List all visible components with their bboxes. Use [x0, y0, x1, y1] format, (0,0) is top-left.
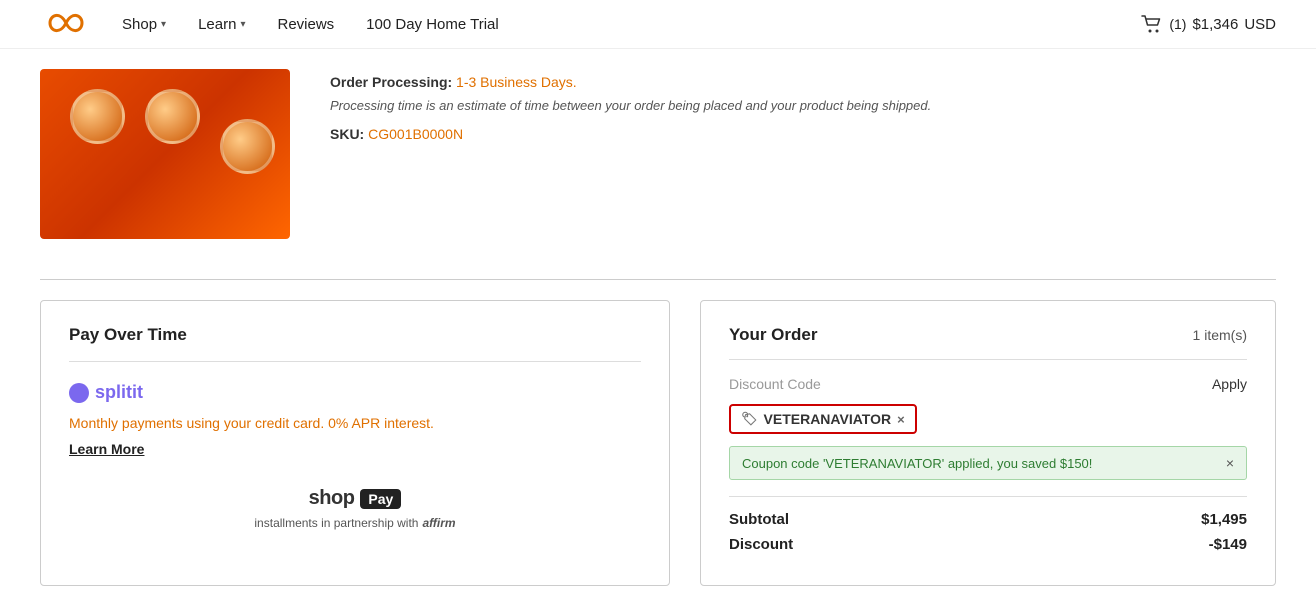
circle-3 [220, 119, 275, 174]
apply-button[interactable]: Apply [1212, 376, 1247, 392]
pay-over-time-box: Pay Over Time splitit Monthly payments u… [40, 300, 670, 586]
cart-button[interactable]: (1) $1,346 USD [1141, 15, 1276, 33]
shop-chevron-icon: ▾ [161, 19, 166, 30]
cart-currency: USD [1244, 16, 1276, 33]
nav-learn[interactable]: Learn ▾ [198, 16, 245, 33]
product-details: Order Processing: 1-3 Business Days. Pro… [330, 69, 1276, 142]
learn-more-link[interactable]: Learn More [69, 441, 144, 457]
discount-value: -$149 [1209, 536, 1247, 553]
pot-divider [69, 361, 641, 362]
circle-2 [145, 89, 200, 144]
affirm-logo-text: affirm [422, 516, 455, 530]
subtotal-label: Subtotal [729, 511, 789, 528]
coupon-code-text: VETERANAVIATOR [764, 411, 892, 427]
main-nav: Shop ▾ Learn ▾ Reviews 100 Day Home Tria… [122, 16, 1141, 33]
splitit-icon [69, 383, 89, 403]
remove-coupon-button[interactable]: × [897, 412, 905, 427]
splitit-text: splitit [95, 382, 143, 403]
order-processing-label: Order Processing: [330, 74, 452, 90]
discount-row: Discount -$149 [729, 536, 1247, 553]
cart-amount: $1,346 [1192, 16, 1238, 33]
sku-label: SKU: [330, 126, 364, 142]
coupon-tag: 🏷 VETERANAVIATOR × [729, 404, 917, 434]
order-processing-line: Order Processing: 1-3 Business Days. [330, 74, 1276, 90]
subtotal-row: Subtotal $1,495 [729, 511, 1247, 528]
logo[interactable] [40, 7, 92, 42]
processing-note: Processing time is an estimate of time b… [330, 96, 1276, 116]
cart-icon [1141, 15, 1163, 33]
item-count: 1 item(s) [1193, 327, 1247, 343]
coupon-success-message: Coupon code 'VETERANAVIATOR' applied, yo… [742, 456, 1092, 471]
main-content: Order Processing: 1-3 Business Days. Pro… [0, 49, 1316, 616]
your-order-title: Your Order [729, 325, 817, 345]
coupon-success-close[interactable]: × [1226, 455, 1234, 471]
discount-label: Discount [729, 536, 793, 553]
affirm-note-text: installments in partnership with [254, 516, 418, 530]
sku-line: SKU: CG001B0000N [330, 126, 1276, 142]
discount-code-placeholder: Discount Code [729, 376, 821, 392]
shop-pay-section: shop Pay installments in partnership wit… [69, 487, 641, 530]
nav-shop[interactable]: Shop ▾ [122, 16, 166, 33]
learn-chevron-icon: ▾ [240, 19, 245, 30]
tag-icon: 🏷 [741, 411, 758, 427]
cart-count: (1) [1169, 16, 1186, 32]
coupon-success-banner: Coupon code 'VETERANAVIATOR' applied, yo… [729, 446, 1247, 480]
shop-pay-logo: shop Pay [309, 487, 402, 510]
nav-home-trial[interactable]: 100 Day Home Trial [366, 16, 499, 33]
your-order-box: Your Order 1 item(s) Discount Code Apply… [700, 300, 1276, 586]
subtotal-value: $1,495 [1201, 511, 1247, 528]
section-divider [40, 279, 1276, 280]
order-summary-divider [729, 496, 1247, 497]
shop-text: shop [309, 487, 355, 510]
product-circles [70, 89, 275, 174]
affirm-note: installments in partnership with affirm [69, 516, 641, 530]
nav-reviews[interactable]: Reviews [277, 16, 334, 33]
splitit-logo: splitit [69, 382, 641, 403]
splitit-description: Monthly payments using your credit card.… [69, 415, 641, 431]
top-section: Order Processing: 1-3 Business Days. Pro… [40, 49, 1276, 269]
order-processing-value: 1-3 Business Days. [456, 74, 577, 90]
your-order-header: Your Order 1 item(s) [729, 325, 1247, 345]
order-divider [729, 359, 1247, 360]
circle-1 [70, 89, 125, 144]
discount-code-row: Discount Code Apply [729, 376, 1247, 392]
main-header: Shop ▾ Learn ▾ Reviews 100 Day Home Tria… [0, 0, 1316, 49]
sku-value: CG001B0000N [368, 126, 463, 142]
pay-badge: Pay [360, 489, 401, 509]
product-image [40, 69, 290, 239]
bottom-section: Pay Over Time splitit Monthly payments u… [40, 300, 1276, 616]
pay-over-time-title: Pay Over Time [69, 325, 641, 345]
